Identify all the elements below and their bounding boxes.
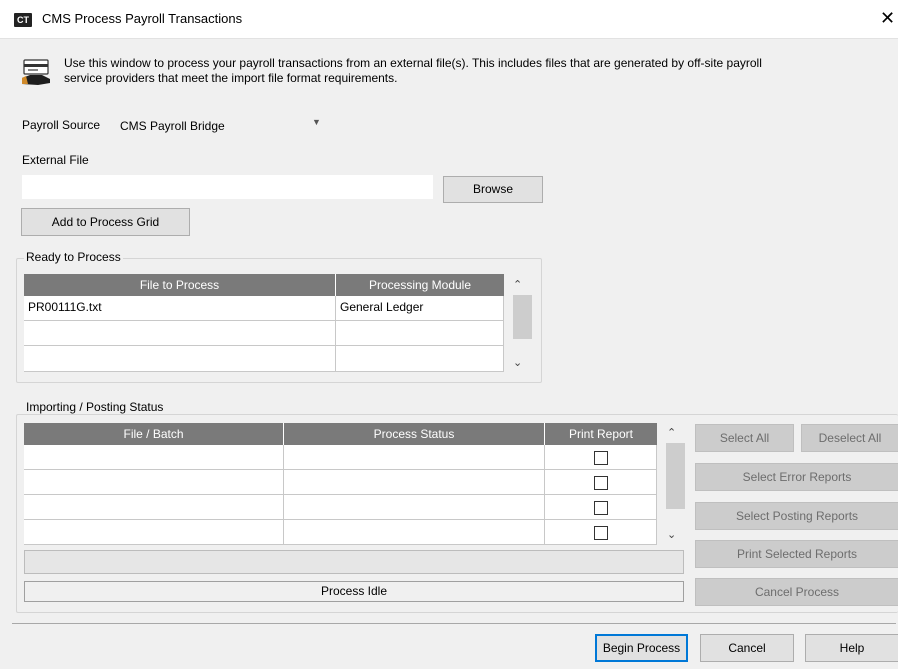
table-cell[interactable] [284, 495, 545, 520]
table-cell[interactable]: General Ledger [336, 296, 504, 321]
deselect-all-button[interactable]: Deselect All [801, 424, 898, 452]
table-cell[interactable] [284, 470, 545, 495]
payroll-source-label: Payroll Source [22, 118, 101, 132]
print-selected-reports-button[interactable]: Print Selected Reports [695, 540, 898, 568]
close-icon[interactable]: ✕ [880, 8, 895, 28]
table-row[interactable] [24, 470, 284, 495]
table-row[interactable] [24, 445, 284, 470]
ready-scroll-thumb[interactable] [513, 295, 532, 339]
select-error-reports-button[interactable]: Select Error Reports [695, 463, 898, 491]
table-cell[interactable] [284, 520, 545, 545]
column-header-processing-module[interactable]: Processing Module [336, 274, 504, 296]
table-row[interactable] [24, 520, 284, 545]
window-title: CMS Process Payroll Transactions [42, 11, 243, 26]
select-posting-reports-button[interactable]: Select Posting Reports [695, 502, 898, 530]
column-header-file-batch[interactable]: File / Batch [24, 423, 284, 445]
column-header-print-report[interactable]: Print Report [545, 423, 657, 445]
print-report-checkbox[interactable] [594, 501, 608, 515]
cancel-button[interactable]: Cancel [700, 634, 794, 662]
column-header-process-status[interactable]: Process Status [284, 423, 545, 445]
table-row[interactable] [24, 346, 336, 372]
begin-process-button[interactable]: Begin Process [595, 634, 688, 662]
external-file-label: External File [22, 153, 89, 167]
footer-separator [12, 623, 896, 624]
column-header-file-to-process[interactable]: File to Process [24, 274, 336, 296]
cancel-process-button[interactable]: Cancel Process [695, 578, 898, 606]
print-report-checkbox[interactable] [594, 526, 608, 540]
ready-to-process-label: Ready to Process [24, 250, 123, 264]
table-cell[interactable] [284, 445, 545, 470]
app-badge-icon: CT [14, 13, 32, 27]
external-file-input[interactable] [21, 174, 434, 200]
print-report-checkbox[interactable] [594, 476, 608, 490]
info-line-2: service providers that meet the import f… [64, 71, 398, 85]
select-all-button[interactable]: Select All [695, 424, 794, 452]
table-cell[interactable] [336, 346, 504, 372]
process-status-text: Process Idle [24, 581, 684, 602]
info-line-1: Use this window to process your payroll … [64, 56, 762, 70]
chevron-down-icon[interactable]: ▼ [312, 117, 321, 127]
importing-posting-status-label: Importing / Posting Status [24, 400, 166, 414]
help-button[interactable]: Help [805, 634, 898, 662]
title-bar: CT CMS Process Payroll Transactions ✕ [0, 0, 898, 38]
payroll-card-icon [20, 58, 56, 88]
browse-button[interactable]: Browse [443, 176, 543, 203]
table-row[interactable]: PR00111G.txt [24, 296, 336, 321]
scroll-up-icon[interactable]: ⌃ [667, 426, 676, 439]
progress-bar [24, 550, 684, 574]
print-report-checkbox[interactable] [594, 451, 608, 465]
table-row[interactable] [24, 495, 284, 520]
table-row[interactable] [24, 321, 336, 346]
scroll-down-icon[interactable]: ⌄ [667, 528, 676, 541]
scroll-down-icon[interactable]: ⌄ [513, 356, 522, 369]
status-scroll-thumb[interactable] [666, 443, 685, 509]
info-text: Use this window to process your payroll … [64, 56, 884, 86]
scroll-up-icon[interactable]: ⌃ [513, 278, 522, 291]
add-to-process-grid-button[interactable]: Add to Process Grid [21, 208, 190, 236]
payroll-source-value: CMS Payroll Bridge [120, 119, 225, 133]
table-cell[interactable] [336, 321, 504, 346]
